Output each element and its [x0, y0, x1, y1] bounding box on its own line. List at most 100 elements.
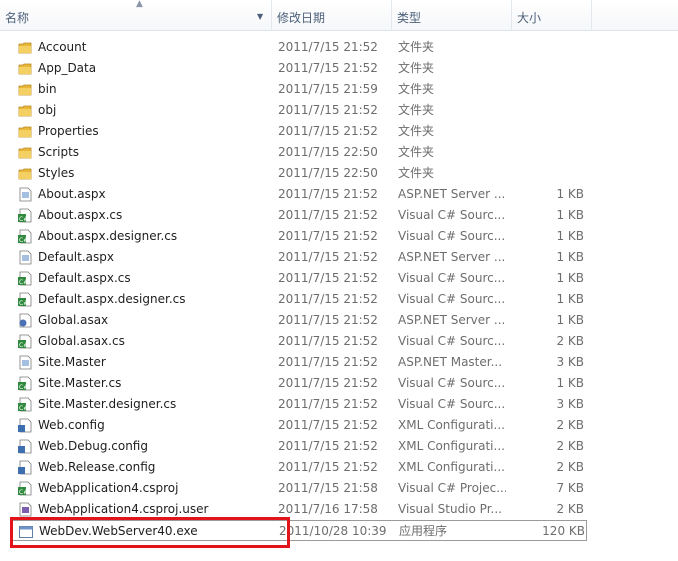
file-name: obj [38, 103, 57, 117]
svg-text:C#: C# [19, 384, 28, 391]
file-size: 1 KB [556, 229, 584, 243]
master-page-icon [18, 355, 32, 370]
list-item[interactable]: Site.Master 2011/7/15 21:52 ASP.NET Master… [12, 352, 587, 373]
file-name: bin [38, 82, 57, 96]
file-modified-date: 2011/7/15 21:52 [278, 418, 378, 432]
list-item[interactable]: C# Default.aspx.designer.cs 2011/7/15 21:5… [12, 289, 587, 310]
file-modified-date: 2011/7/15 21:52 [278, 250, 378, 264]
column-header-name[interactable]: ▲ 名称 ▼ [0, 0, 272, 30]
folder-icon [18, 166, 32, 181]
list-item[interactable]: C# Site.Master.designer.cs 2011/7/15 21:52… [12, 394, 587, 415]
file-name: WebApplication4.csproj [38, 481, 179, 495]
file-name: App_Data [38, 61, 97, 75]
list-item[interactable]: Styles 2011/7/15 22:50 文件夹 [12, 163, 587, 184]
list-item[interactable]: C# Global.asax.cs 2011/7/15 21:52 Visual C#… [12, 331, 587, 352]
aspx-page-icon [18, 250, 32, 265]
file-type: 应用程序 [399, 524, 448, 538]
file-modified-date: 2011/7/15 21:52 [278, 271, 378, 285]
highlight-annotation-box [10, 517, 290, 548]
file-name: Site.Master.cs [38, 376, 122, 390]
csharp-file-icon: C# [18, 208, 32, 223]
file-type: 文件夹 [398, 145, 435, 159]
chevron-down-icon[interactable]: ▼ [257, 12, 263, 22]
file-name: Web.Release.config [38, 460, 156, 474]
file-modified-date: 2011/7/15 22:50 [278, 145, 378, 159]
svg-text:C#: C# [19, 405, 28, 412]
user-file-icon [18, 502, 32, 517]
list-item[interactable]: App_Data 2011/7/15 21:52 文件夹 [12, 58, 587, 79]
asax-file-icon [18, 313, 32, 328]
list-item[interactable]: bin 2011/7/15 21:59 文件夹 [12, 79, 587, 100]
column-header-date[interactable]: 修改日期 [272, 0, 392, 30]
column-header-date-label: 修改日期 [277, 11, 326, 25]
column-header-size[interactable]: 大小 [512, 0, 592, 30]
file-modified-date: 2011/7/15 21:52 [278, 355, 378, 369]
svg-text:C#: C# [19, 216, 28, 223]
csproj-file-icon: C# [18, 481, 32, 496]
list-item[interactable]: Web.Debug.config 2011/7/15 21:52 XML Confi… [12, 436, 587, 457]
file-type: 文件夹 [398, 124, 435, 138]
file-modified-date: 2011/7/15 21:52 [278, 439, 378, 453]
file-name: Styles [38, 166, 75, 180]
list-item[interactable]: Web.Release.config 2011/7/15 21:52 XML Con… [12, 457, 587, 478]
list-item[interactable]: C# Default.aspx.cs 2011/7/15 21:52 Visual C… [12, 268, 587, 289]
file-size: 1 KB [556, 376, 584, 390]
file-type: XML Configurati... [398, 460, 505, 474]
csharp-file-icon: C# [18, 334, 32, 349]
file-size: 2 KB [556, 334, 584, 348]
file-size: 3 KB [556, 397, 584, 411]
list-item[interactable]: C# About.aspx.designer.cs 2011/7/15 21:52 V… [12, 226, 587, 247]
list-item[interactable]: About.aspx 2011/7/15 21:52 ASP.NET Server … [12, 184, 587, 205]
file-modified-date: 2011/7/15 21:52 [278, 61, 378, 75]
file-size: 2 KB [556, 439, 584, 453]
file-name: Default.aspx.designer.cs [38, 292, 186, 306]
file-name: Default.aspx [38, 250, 114, 264]
file-size: 1 KB [556, 313, 584, 327]
column-header-bar: ▲ 名称 ▼ 修改日期 类型 大小 [0, 0, 678, 31]
list-item[interactable]: C# Site.Master.cs 2011/7/15 21:52 Visual C#… [12, 373, 587, 394]
file-size: 3 KB [556, 355, 584, 369]
file-modified-date: 2011/7/15 21:52 [278, 376, 378, 390]
file-type: ASP.NET Master... [398, 355, 503, 369]
file-modified-date: 2011/7/15 21:58 [278, 481, 378, 495]
file-name: Scripts [38, 145, 80, 159]
folder-icon [18, 82, 32, 97]
list-item[interactable]: C# About.aspx.cs 2011/7/15 21:52 Visual C# … [12, 205, 587, 226]
list-item[interactable]: Global.asax 2011/7/15 21:52 ASP.NET Server… [12, 310, 587, 331]
file-type: XML Configurati... [398, 418, 505, 432]
list-item[interactable]: Default.aspx 2011/7/15 21:52 ASP.NET Serve… [12, 247, 587, 268]
file-type: ASP.NET Server ... [398, 313, 506, 327]
file-type: Visual C# Sourc... [398, 397, 506, 411]
csharp-file-icon: C# [18, 271, 32, 286]
file-name: About.aspx.designer.cs [38, 229, 178, 243]
file-type: Visual C# Sourc... [398, 208, 506, 222]
file-name: Global.asax.cs [38, 334, 125, 348]
csharp-file-icon: C# [18, 229, 32, 244]
file-modified-date: 2011/7/15 21:52 [278, 460, 378, 474]
config-file-icon [18, 439, 32, 454]
file-name: Default.aspx.cs [38, 271, 131, 285]
column-header-name-label: 名称 [5, 11, 30, 25]
csharp-file-icon: C# [18, 397, 32, 412]
file-modified-date: 2011/7/15 22:50 [278, 166, 378, 180]
svg-text:C#: C# [19, 237, 28, 244]
file-modified-date: 2011/7/15 21:52 [278, 313, 378, 327]
list-item[interactable]: obj 2011/7/15 21:52 文件夹 [12, 100, 587, 121]
file-size: 120 KB [542, 524, 585, 538]
file-modified-date: 2011/7/15 21:52 [278, 187, 378, 201]
folder-icon [18, 124, 32, 139]
file-modified-date: 2011/7/15 21:52 [278, 397, 378, 411]
column-header-type[interactable]: 类型 [392, 0, 512, 30]
folder-icon [18, 61, 32, 76]
list-item[interactable]: Account 2011/7/15 21:52 文件夹 [12, 37, 587, 58]
list-item[interactable]: Scripts 2011/7/15 22:50 文件夹 [12, 142, 587, 163]
list-item[interactable]: C# WebApplication4.csproj 2011/7/15 21:58 V… [12, 478, 587, 499]
file-modified-date: 2011/7/15 21:52 [278, 292, 378, 306]
list-item[interactable]: Properties 2011/7/15 21:52 文件夹 [12, 121, 587, 142]
file-size: 1 KB [556, 271, 584, 285]
file-size: 1 KB [556, 208, 584, 222]
list-item[interactable]: Web.config 2011/7/15 21:52 XML Configurati… [12, 415, 587, 436]
svg-text:C#: C# [19, 489, 28, 496]
file-modified-date: 2011/7/15 21:52 [278, 40, 378, 54]
file-name: Global.asax [38, 313, 109, 327]
